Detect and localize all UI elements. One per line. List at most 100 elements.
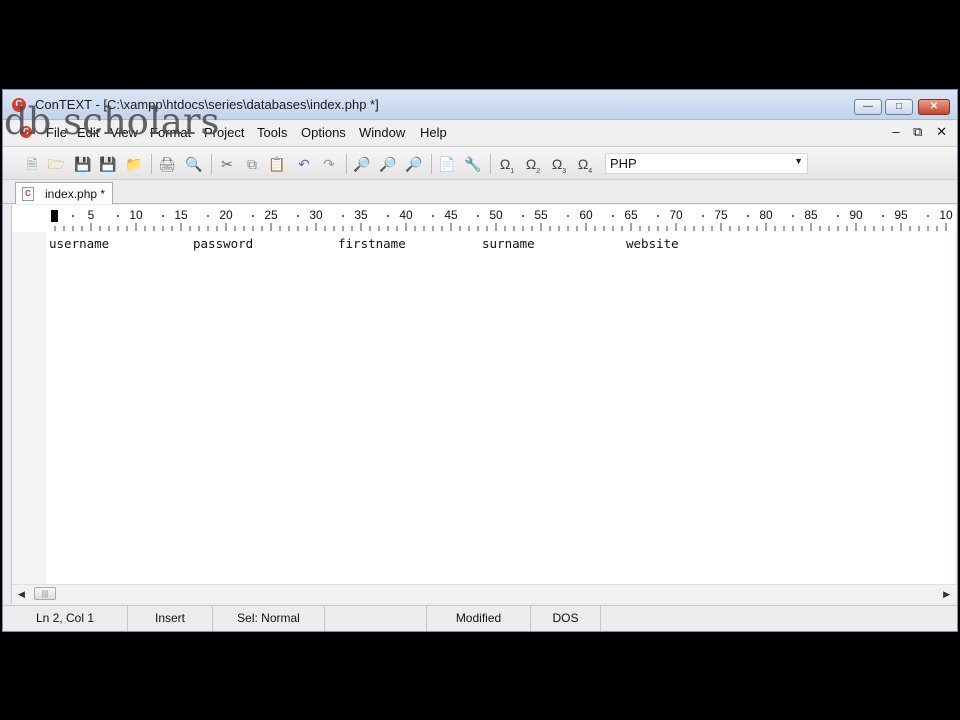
ruler-dot <box>567 215 569 217</box>
toolbar: 🗎 🗁 💾 💾 📁 🖨 🔍 ✂ ⧉ 📋 ↶ ↷ 🔎 🔎 🔎 📄 🔧 Ω1 Ω2 … <box>3 146 957 180</box>
code-text-username: username <box>49 236 110 251</box>
menu-help[interactable]: Help <box>420 125 447 140</box>
menu-options[interactable]: Options <box>301 125 346 140</box>
close-button[interactable]: ✕ <box>918 99 950 115</box>
code-text-surname: surname <box>482 236 535 251</box>
user-command-2-icon[interactable]: Ω2 <box>522 155 544 175</box>
code-text-password: password <box>193 236 254 251</box>
ruler-label: 75 <box>714 208 728 222</box>
menu-bar: C File Edit View Format Project Tools Op… <box>3 121 957 143</box>
mdi-minimize-button[interactable]: – <box>892 124 899 139</box>
paste-icon[interactable]: 📋 <box>268 155 286 173</box>
tab-label: index.php * <box>45 187 106 201</box>
ruler-label: 10 <box>939 208 953 222</box>
print-preview-icon[interactable]: 🔍 <box>185 155 203 173</box>
ruler-label: 65 <box>624 208 638 222</box>
ruler-dot <box>522 215 524 217</box>
print-icon[interactable]: 🖨 <box>158 155 176 173</box>
find-next-icon[interactable]: 🔎 <box>379 155 397 173</box>
status-position: Ln 2, Col 1 <box>3 606 128 631</box>
ruler-dot <box>117 215 119 217</box>
ruler-dot <box>297 215 299 217</box>
minimize-button[interactable]: — <box>854 99 882 115</box>
ruler-ticks: 5 10 15 20 25 30 35 40 45 50 55 60 65 70 75 80 85 90 95 10 <box>54 208 953 231</box>
status-empty <box>325 606 427 631</box>
ruler-dot <box>702 215 704 217</box>
save-all-icon[interactable]: 💾 <box>99 155 117 173</box>
save-icon[interactable]: 💾 <box>74 155 92 173</box>
window-title: ConTEXT - [C:\xampp\htdocs\series\databa… <box>35 97 379 112</box>
ruler-label: 90 <box>849 208 863 222</box>
application-window: C ConTEXT - [C:\xampp\htdocs\series\data… <box>2 89 958 632</box>
status-bar: Ln 2, Col 1 Insert Sel: Normal Modified … <box>3 605 957 631</box>
highlighter-value: PHP <box>610 156 637 171</box>
ruler-dot <box>882 215 884 217</box>
mdi-close-button[interactable]: ✕ <box>936 124 947 139</box>
tab-index-php[interactable]: C index.php * <box>15 182 113 204</box>
user-command-1-icon[interactable]: Ω1 <box>496 155 518 175</box>
open-file-icon[interactable]: 🗁 <box>47 155 65 173</box>
ruler-caret-marker <box>51 210 58 222</box>
code-text-website: website <box>626 236 679 251</box>
document-menu-icon[interactable]: C <box>20 126 32 138</box>
undo-icon[interactable]: ↶ <box>295 155 313 173</box>
ruler-label: 5 <box>88 208 95 222</box>
column-ruler: 5 10 15 20 25 30 35 40 45 50 55 60 65 70 75 80 85 90 95 10 <box>12 205 956 232</box>
status-insert-mode: Insert <box>128 606 213 631</box>
redo-icon[interactable]: ↷ <box>320 155 338 173</box>
ruler-dot <box>477 215 479 217</box>
mdi-restore-button[interactable]: ⧉ <box>913 124 922 139</box>
ruler-dot <box>387 215 389 217</box>
menu-view[interactable]: View <box>110 125 138 140</box>
menu-window[interactable]: Window <box>359 125 405 140</box>
ruler-dot <box>927 215 929 217</box>
ruler-dot <box>207 215 209 217</box>
editor-area[interactable]: 5 10 15 20 25 30 35 40 45 50 55 60 65 70 75 80 85 90 95 10 … <box>11 205 956 603</box>
context-app-icon[interactable]: C <box>12 98 26 112</box>
highlighter-select[interactable]: PHP ▼ <box>605 153 808 174</box>
new-file-icon[interactable]: 🗎 <box>23 155 41 173</box>
scroll-right-icon[interactable]: ▶ <box>943 589 950 600</box>
ruler-dot <box>162 215 164 217</box>
ruler-label: 35 <box>354 208 368 222</box>
menu-file[interactable]: File <box>46 125 67 140</box>
replace-icon[interactable]: 🔎 <box>405 155 423 173</box>
ruler-label: 30 <box>309 208 323 222</box>
open-folder-icon[interactable]: 📁 <box>125 155 143 173</box>
export-icon[interactable]: 📄 <box>438 155 456 173</box>
tab-bar: C index.php * <box>3 181 957 204</box>
ruler-label: 80 <box>759 208 773 222</box>
menu-project[interactable]: Project <box>204 125 244 140</box>
status-modified: Modified <box>427 606 531 631</box>
ruler-dot <box>252 215 254 217</box>
ruler-label: 60 <box>579 208 593 222</box>
copy-icon[interactable]: ⧉ <box>243 155 261 173</box>
ruler-dot <box>837 215 839 217</box>
menu-format[interactable]: Format <box>150 125 191 140</box>
ruler-dot <box>612 215 614 217</box>
user-command-3-icon[interactable]: Ω3 <box>548 155 570 175</box>
ruler-label: 85 <box>804 208 818 222</box>
horizontal-scrollbar[interactable]: ◀ ||| ▶ <box>12 584 956 603</box>
tools-icon[interactable]: 🔧 <box>464 155 482 173</box>
ruler-label: 25 <box>264 208 278 222</box>
user-command-4-icon[interactable]: Ω4 <box>574 155 596 175</box>
scroll-left-icon[interactable]: ◀ <box>18 589 25 600</box>
ruler-dot <box>72 215 74 217</box>
ruler-label: 70 <box>669 208 683 222</box>
ruler-label: 50 <box>489 208 503 222</box>
status-line-format: DOS <box>531 606 601 631</box>
scrollbar-thumb[interactable]: ||| <box>34 587 56 600</box>
chevron-down-icon[interactable]: ▼ <box>794 156 803 166</box>
find-icon[interactable]: 🔎 <box>353 155 371 173</box>
ruler-dot <box>657 215 659 217</box>
ruler-label: 10 <box>129 208 143 222</box>
ruler-label: 15 <box>174 208 188 222</box>
ruler-dot <box>342 215 344 217</box>
maximize-button[interactable]: □ <box>885 99 913 115</box>
cut-icon[interactable]: ✂ <box>218 155 236 173</box>
title-bar[interactable]: C ConTEXT - [C:\xampp\htdocs\series\data… <box>3 90 957 120</box>
editor-gutter <box>12 232 46 584</box>
menu-tools[interactable]: Tools <box>257 125 287 140</box>
menu-edit[interactable]: Edit <box>77 125 99 140</box>
